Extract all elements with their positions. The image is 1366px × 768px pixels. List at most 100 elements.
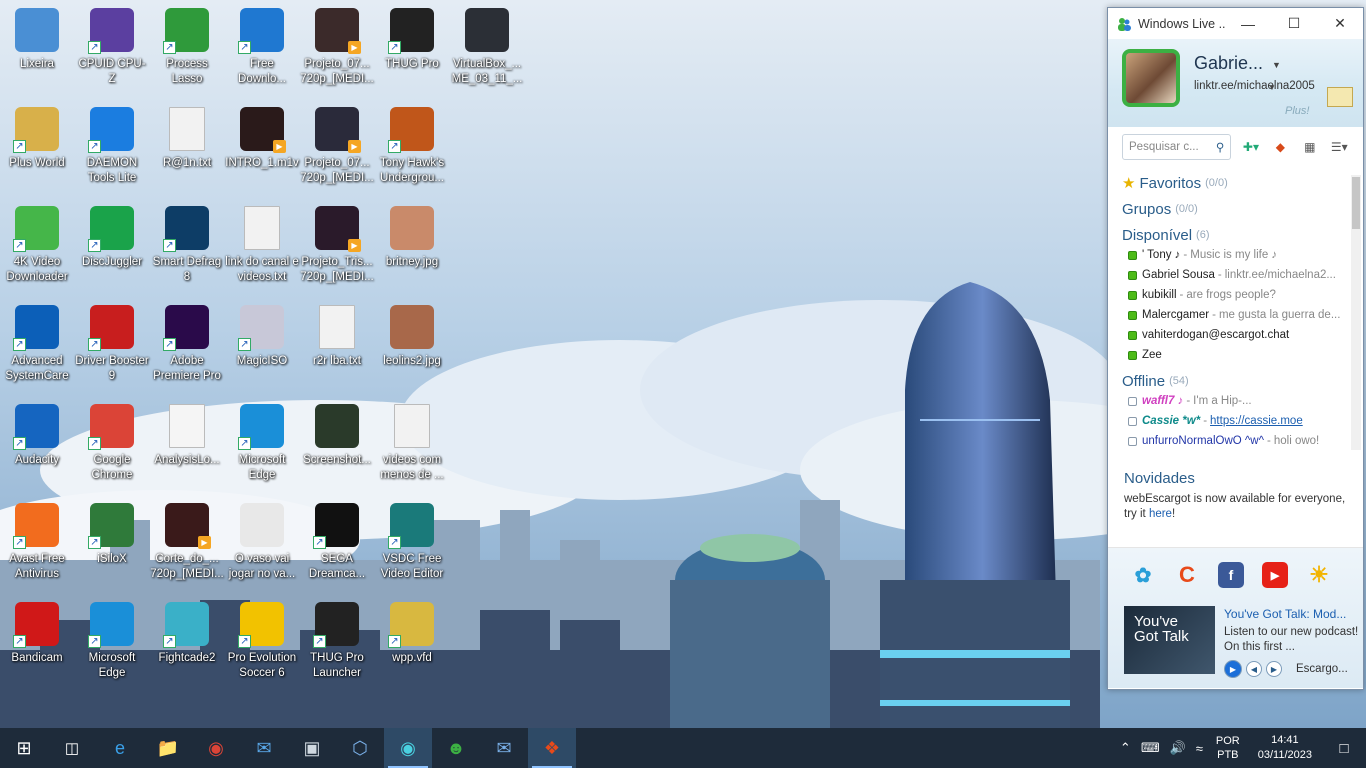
contact-personal-message[interactable]: https://cassie.moe xyxy=(1210,415,1303,427)
youtube-icon[interactable]: ▶ xyxy=(1262,562,1288,588)
desktop-shortcut[interactable]: ↗ Microsoft Edge xyxy=(75,594,149,690)
contact-list-scrollbar[interactable] xyxy=(1351,175,1361,450)
taskbar-virtualbox-icon[interactable]: ⬡ xyxy=(336,728,384,768)
desktop-shortcut[interactable]: ↗ 4K Video Downloader xyxy=(0,198,74,294)
desktop-shortcut[interactable]: Screenshot... xyxy=(300,396,374,492)
c-logo-icon[interactable]: C xyxy=(1174,562,1200,588)
desktop-shortcut[interactable]: R@1n.txt xyxy=(150,99,224,195)
desktop-shortcut[interactable]: ↗ wpp.vfd xyxy=(375,594,449,690)
desktop-shortcut[interactable]: videos com menos de ... xyxy=(375,396,449,492)
contact-row[interactable]: Zee xyxy=(1122,345,1343,365)
desktop-shortcut[interactable]: ↗ Avast Free Antivirus xyxy=(0,495,74,591)
desktop-shortcut[interactable]: ↗ Audacity xyxy=(0,396,74,492)
desktop-shortcut[interactable]: r2r lba.txt xyxy=(300,297,374,393)
desktop-shortcut[interactable]: Lixeira xyxy=(0,0,74,96)
show-hidden-icons-icon[interactable]: ⌃ xyxy=(1120,740,1131,756)
taskbar-file-explorer-icon[interactable]: 📁 xyxy=(144,728,192,768)
contact-list[interactable]: ★ Favoritos (0/0) Grupos (0/0) Disponíve… xyxy=(1108,167,1363,450)
mail-icon[interactable] xyxy=(1327,87,1353,107)
group-favorites[interactable]: ★ Favoritos (0/0) xyxy=(1122,173,1343,193)
contact-row[interactable]: Gabriel Sousa - linktr.ee/michaelna2... xyxy=(1122,265,1343,285)
desktop-shortcut[interactable]: ▶ Corte_do_... 720p_[MEDI... xyxy=(150,495,224,591)
desktop-shortcut[interactable]: ↗ Pro Evolution Soccer 6 xyxy=(225,594,299,690)
desktop-shortcut[interactable]: ↗ Microsoft Edge xyxy=(225,396,299,492)
group-offline[interactable]: Offline (54) xyxy=(1122,371,1343,391)
desktop-shortcut[interactable]: ↗ Plus World xyxy=(0,99,74,195)
group-available[interactable]: Disponível (6) xyxy=(1122,225,1343,245)
podcast-thumbnail[interactable]: You've Got Talk xyxy=(1124,606,1215,674)
personal-message-dropdown-icon[interactable]: ▼ xyxy=(1268,83,1276,92)
butterfly-icon[interactable]: ✿ xyxy=(1130,562,1156,588)
clock[interactable]: 14:41 03/11/2023 xyxy=(1258,733,1312,763)
layout-icon[interactable]: ▦ xyxy=(1300,137,1319,157)
previous-icon[interactable]: ◀ xyxy=(1246,661,1262,677)
input-method-icon[interactable]: ⌨ xyxy=(1141,740,1160,756)
add-contact-icon[interactable]: ✚▾ xyxy=(1241,137,1260,157)
desktop-shortcut[interactable]: ↗ Process Lasso xyxy=(150,0,224,96)
taskbar-escargot-icon[interactable]: ❖ xyxy=(528,728,576,768)
desktop-shortcut[interactable]: ↗ THUG Pro xyxy=(375,0,449,96)
desktop-shortcut[interactable]: ↗ Tony Hawk's Undergrou... xyxy=(375,99,449,195)
desktop-shortcut[interactable]: ↗ iSiloX xyxy=(75,495,149,591)
desktop-shortcut[interactable]: ↗ DiscJuggler xyxy=(75,198,149,294)
desktop-shortcut[interactable]: ↗ THUG Pro Launcher xyxy=(300,594,374,690)
desktop-shortcut[interactable]: ↗ CPUID CPU-Z xyxy=(75,0,149,96)
scrollbar-thumb[interactable] xyxy=(1352,177,1360,229)
close-button[interactable]: ✕ xyxy=(1317,8,1363,39)
desktop-shortcut[interactable]: ↗ Bandicam xyxy=(0,594,74,690)
taskbar-messenger-live-icon[interactable]: ✉ xyxy=(480,728,528,768)
desktop-shortcut[interactable]: ↗ Smart Defrag 8 xyxy=(150,198,224,294)
taskbar-edge-icon[interactable]: e xyxy=(96,728,144,768)
taskbar-smart-defrag-icon[interactable]: ◉ xyxy=(384,728,432,768)
contact-row[interactable]: vahiterdogan@escargot.chat xyxy=(1122,325,1343,345)
task-view-icon[interactable]: ◫ xyxy=(48,728,96,768)
taskbar-messenger-icon[interactable]: ☻ xyxy=(432,728,480,768)
desktop-shortcut[interactable]: britney.jpg xyxy=(375,198,449,294)
desktop-shortcut[interactable]: ↗ Driver Booster 9 xyxy=(75,297,149,393)
wifi-icon[interactable]: ≈ xyxy=(1196,741,1203,756)
desktop-shortcut[interactable]: ▶ Projeto_07... 720p_[MEDI... xyxy=(300,99,374,195)
desktop-shortcut[interactable]: ↗ MagicISO xyxy=(225,297,299,393)
games-icon[interactable]: ◆ xyxy=(1271,137,1290,157)
podcast-title[interactable]: You've Got Talk: Mod... xyxy=(1224,607,1360,621)
desktop-shortcut[interactable]: ↗ VSDC Free Video Editor xyxy=(375,495,449,591)
desktop-shortcut[interactable]: ↗ Advanced SystemCare xyxy=(0,297,74,393)
start-button[interactable]: ⊞ xyxy=(0,728,48,768)
contact-row[interactable]: Malercgamer - me gusta la guerra de... xyxy=(1122,305,1343,325)
status-dropdown-icon[interactable]: ▼ xyxy=(1272,60,1281,70)
desktop-shortcut[interactable]: link do canal e videos.txt xyxy=(225,198,299,294)
minimize-button[interactable]: — xyxy=(1225,8,1271,39)
group-groups[interactable]: Grupos (0/0) xyxy=(1122,199,1343,219)
contact-row[interactable]: ' Tony ♪ - Music is my life ♪ xyxy=(1122,245,1343,265)
desktop-shortcut[interactable]: ▶ INTRO_1.m1v xyxy=(225,99,299,195)
desktop-shortcut[interactable]: ↗ DAEMON Tools Lite xyxy=(75,99,149,195)
contact-row[interactable]: kubikill - are frogs people? xyxy=(1122,285,1343,305)
facebook-icon[interactable]: f xyxy=(1218,562,1244,588)
contact-row[interactable]: Cassie *w* - https://cassie.moe xyxy=(1122,411,1343,431)
taskbar-chrome-icon[interactable]: ◉ xyxy=(192,728,240,768)
next-icon[interactable]: ▶ xyxy=(1266,661,1282,677)
volume-icon[interactable]: 🔊 xyxy=(1170,740,1186,756)
desktop-shortcut[interactable]: ↗ Google Chrome xyxy=(75,396,149,492)
sun-icon[interactable]: ☀ xyxy=(1306,562,1332,588)
desktop-shortcut[interactable]: ▶ Projeto_Tris... 720p_[MEDI... xyxy=(300,198,374,294)
taskbar-app-icon[interactable]: ▣ xyxy=(288,728,336,768)
display-name[interactable]: Gabrie... xyxy=(1194,53,1263,74)
contact-row[interactable]: unfurroNormalOwO ^w^ - holi owo! xyxy=(1122,431,1343,450)
desktop-shortcut[interactable]: VirtualBox_... ME_03_11_... xyxy=(450,0,524,96)
contact-row[interactable]: waffl7 ♪ - I'm a Hip-... xyxy=(1122,391,1343,411)
maximize-button[interactable]: ☐ xyxy=(1271,8,1317,39)
play-icon[interactable]: ▶ xyxy=(1224,660,1242,678)
taskbar-mail-icon[interactable]: ✉ xyxy=(240,728,288,768)
desktop-shortcut[interactable]: AnalysisLo... xyxy=(150,396,224,492)
desktop-shortcut[interactable]: ↗ Adobe Premiere Pro xyxy=(150,297,224,393)
menu-icon[interactable]: ☰▾ xyxy=(1330,137,1349,157)
desktop-shortcut[interactable]: O vaso vai jogar no va... xyxy=(225,495,299,591)
search-contacts-input[interactable]: Pesquisar c... ⚲ xyxy=(1122,134,1232,160)
avatar[interactable] xyxy=(1122,49,1180,107)
messenger-window[interactable]: Windows Live ... — ☐ ✕ Gabrie... ▼ linkt… xyxy=(1107,7,1364,690)
desktop-shortcut[interactable]: ↗ SEGA Dreamca... xyxy=(300,495,374,591)
notification-center-icon[interactable]: □ xyxy=(1322,728,1366,768)
desktop-shortcut[interactable]: ↗ Free Downlo... xyxy=(225,0,299,96)
language-indicator[interactable]: POR PTB xyxy=(1216,734,1240,762)
